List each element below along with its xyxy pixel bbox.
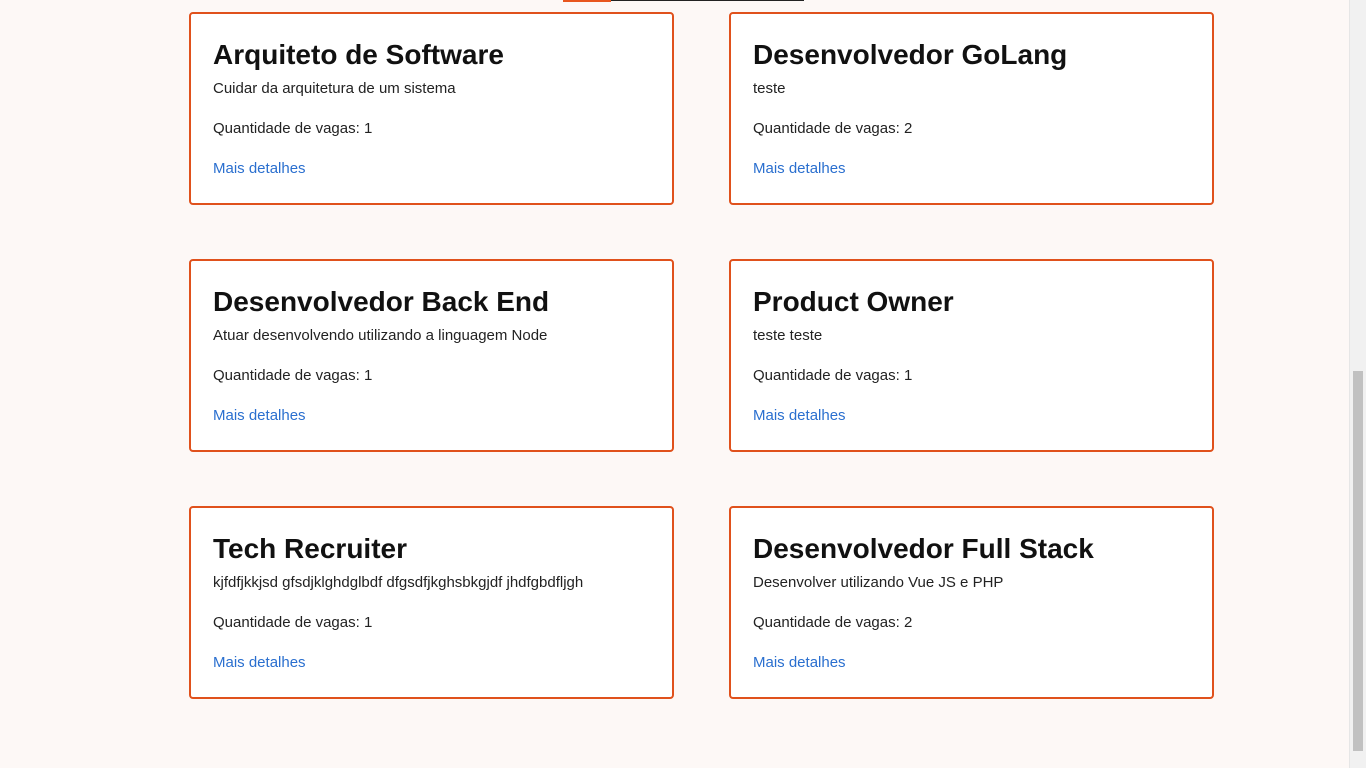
job-title: Arquiteto de Software: [213, 39, 504, 70]
job-description: kjfdfjkkjsd gfsdjklghdglbdf dfgsdfjkghsb…: [213, 574, 584, 591]
quantity-label: Quantidade de vagas:: [753, 367, 900, 384]
job-quantity: Quantidade de vagas: 1: [753, 366, 1190, 386]
job-quantity: Quantidade de vagas: 2: [753, 613, 1190, 633]
quantity-value: 2: [903, 120, 913, 137]
quantity-label: Quantidade de vagas:: [753, 614, 900, 631]
more-details-link[interactable]: Mais detalhes: [753, 159, 846, 179]
job-description: Atuar desenvolvendo utilizando a linguag…: [213, 327, 548, 344]
top-nav-edge: [563, 0, 804, 2]
page: Arquiteto de Software Cuidar da arquitet…: [0, 0, 1366, 768]
job-list: Arquiteto de Software Cuidar da arquitet…: [189, 12, 1214, 699]
job-card: Tech Recruiter kjfdfjkkjsd gfsdjklghdglb…: [189, 506, 674, 699]
quantity-value: 2: [903, 614, 913, 631]
job-quantity: Quantidade de vagas: 1: [213, 366, 650, 386]
more-details-link[interactable]: Mais detalhes: [753, 653, 846, 673]
job-card: Desenvolvedor Back End Atuar desenvolven…: [189, 259, 674, 452]
job-quantity: Quantidade de vagas: 1: [213, 119, 650, 139]
quantity-value: 1: [363, 120, 373, 137]
quantity-value: 1: [363, 367, 373, 384]
quantity-label: Quantidade de vagas:: [753, 120, 900, 137]
job-card: Product Owner teste teste Quantidade de …: [729, 259, 1214, 452]
job-description: Cuidar da arquitetura de um sistema: [213, 80, 456, 97]
quantity-label: Quantidade de vagas:: [213, 614, 360, 631]
job-description: Desenvolver utilizando Vue JS e PHP: [753, 574, 1004, 591]
job-card: Desenvolvedor GoLang teste Quantidade de…: [729, 12, 1214, 205]
scrollbar-thumb[interactable]: [1353, 371, 1363, 751]
quantity-label: Quantidade de vagas:: [213, 367, 360, 384]
vertical-scrollbar[interactable]: [1349, 0, 1366, 768]
nav-divider: [611, 0, 804, 1]
job-quantity: Quantidade de vagas: 2: [753, 119, 1190, 139]
quantity-value: 1: [363, 614, 373, 631]
more-details-link[interactable]: Mais detalhes: [213, 406, 306, 426]
quantity-label: Quantidade de vagas:: [213, 120, 360, 137]
job-title: Desenvolvedor Full Stack: [753, 533, 1094, 564]
job-title: Tech Recruiter: [213, 533, 407, 564]
quantity-value: 1: [903, 367, 913, 384]
job-card: Arquiteto de Software Cuidar da arquitet…: [189, 12, 674, 205]
job-quantity: Quantidade de vagas: 1: [213, 613, 650, 633]
job-title: Desenvolvedor Back End: [213, 286, 550, 317]
job-title: Product Owner: [753, 286, 954, 317]
more-details-link[interactable]: Mais detalhes: [753, 406, 846, 426]
more-details-link[interactable]: Mais detalhes: [213, 653, 306, 673]
job-title: Desenvolvedor GoLang: [753, 39, 1068, 70]
job-description: teste: [753, 80, 786, 97]
more-details-link[interactable]: Mais detalhes: [213, 159, 306, 179]
job-description: teste teste: [753, 327, 823, 344]
job-card: Desenvolvedor Full Stack Desenvolver uti…: [729, 506, 1214, 699]
active-tab-indicator: [563, 0, 611, 2]
